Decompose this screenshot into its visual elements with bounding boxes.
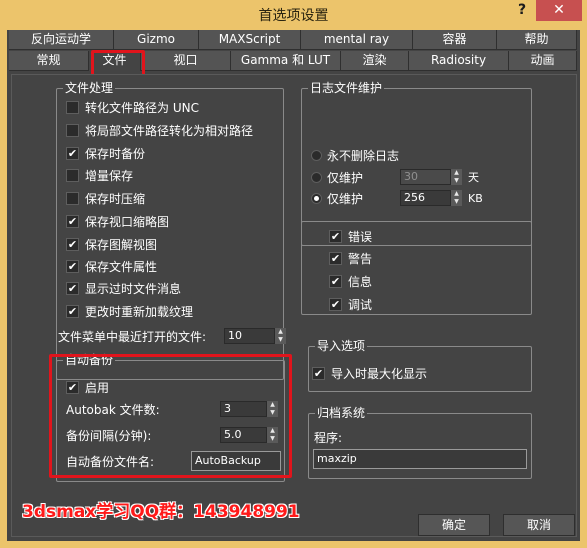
tab-radiosity[interactable]: Radiosity [409, 51, 509, 71]
option-file-properties[interactable]: ✔ 保存文件属性 [66, 256, 157, 276]
log-size-spinner[interactable]: 256 ▲ ▼ [400, 190, 462, 206]
option-label: 显示过时文件消息 [85, 281, 182, 296]
spinner-arrows[interactable]: ▲ ▼ [451, 169, 462, 185]
checkbox[interactable] [66, 191, 79, 205]
tab-animation[interactable]: 动画 [509, 51, 577, 71]
option-obsolete-message[interactable]: ✔ 显示过时文件消息 [66, 278, 181, 298]
watermark-text: 3dsmax学习QQ群：143948991 [22, 502, 300, 522]
tab-container[interactable]: 容器 [413, 30, 497, 50]
recent-files-value[interactable]: 10 [224, 328, 275, 344]
tab-row-top: 反向运动学 Gizmo MAXScript mental ray 容器 帮助 [7, 30, 580, 50]
log-days-unit: 天 [468, 171, 479, 184]
spinner-arrows[interactable]: ▲ ▼ [275, 328, 286, 344]
log-days-value[interactable]: 30 [400, 169, 451, 185]
level-label: 信息 [348, 274, 373, 289]
option-label: 保存文件属性 [85, 259, 158, 274]
log-keep-size[interactable]: 仅维护 [311, 188, 363, 208]
option-compress-on-save[interactable]: 保存时压缩 [66, 188, 145, 208]
tab-mental-ray[interactable]: mental ray [301, 30, 413, 50]
tab-rendering[interactable]: 渲染 [341, 51, 409, 71]
radio[interactable] [311, 171, 322, 183]
option-label: 保存时备份 [85, 146, 146, 161]
dialog-client: 反向运动学 Gizmo MAXScript mental ray 容器 帮助 常… [7, 30, 580, 541]
import-maximize[interactable]: ✔ 导入时最大化显示 [312, 363, 427, 383]
radio[interactable] [311, 149, 322, 161]
log-days-spinner[interactable]: 30 ▲ ▼ [400, 169, 462, 185]
spinner-arrows[interactable]: ▲ ▼ [451, 190, 462, 206]
log-level-info[interactable]: ✔ 信息 [329, 271, 372, 291]
log-maintenance-title: 日志文件维护 [308, 81, 385, 95]
log-keep-days[interactable]: 仅维护 [311, 167, 363, 187]
help-button[interactable]: ? [510, 1, 534, 21]
import-maximize-label: 导入时最大化显示 [331, 366, 428, 381]
log-never-delete[interactable]: 永不删除日志 [311, 145, 399, 165]
level-label: 警告 [348, 251, 373, 266]
tab-ik[interactable]: 反向运动学 [9, 30, 114, 50]
checkbox[interactable]: ✔ [66, 281, 79, 295]
recent-files-spinner[interactable]: 10 ▲ ▼ [224, 328, 286, 344]
checkbox[interactable]: ✔ [66, 304, 79, 318]
checkbox[interactable] [66, 100, 79, 114]
option-backup-on-save[interactable]: ✔ 保存时备份 [66, 143, 145, 163]
file-handling-title: 文件处理 [63, 81, 116, 95]
checkbox[interactable]: ✔ [66, 146, 79, 160]
option-label: 保存图解视图 [85, 237, 158, 252]
tab-viewports[interactable]: 视口 [141, 51, 231, 71]
cancel-button[interactable]: 取消 [503, 514, 575, 536]
tab-gamma-lut[interactable]: Gamma 和 LUT [231, 51, 341, 71]
checkbox[interactable]: ✔ [66, 237, 79, 251]
option-viewport-thumbnail[interactable]: ✔ 保存视口缩略图 [66, 211, 169, 231]
program-input[interactable]: maxzip [313, 449, 527, 469]
tab-maxscript[interactable]: MAXScript [199, 30, 301, 50]
level-label: 调试 [348, 297, 373, 312]
checkbox[interactable] [66, 123, 79, 137]
checkbox[interactable]: ✔ [312, 366, 325, 380]
level-label: 错误 [348, 229, 373, 244]
log-level-debug[interactable]: ✔ 调试 [329, 294, 372, 314]
files-tab-highlight [91, 50, 145, 77]
close-button[interactable]: ✕ [536, 0, 582, 21]
program-label: 程序: [314, 430, 343, 445]
recent-files-label: 文件菜单中最近打开的文件: [58, 329, 207, 344]
option-reload-textures[interactable]: ✔ 更改时重新加载纹理 [66, 301, 193, 321]
archive-system-title: 归档系统 [315, 406, 368, 420]
option-schematic-view[interactable]: ✔ 保存图解视图 [66, 234, 157, 254]
option-label: 转化文件路径为 UNC [85, 100, 199, 115]
log-size-unit: KB [468, 191, 483, 205]
window-title: 首选项设置 [258, 8, 329, 24]
radio-label: 永不删除日志 [327, 148, 400, 163]
option-label: 将局部文件路径转化为相对路径 [85, 123, 254, 138]
option-label: 增量保存 [85, 168, 134, 183]
autobackup-highlight [49, 354, 292, 478]
files-panel: 文件处理 转化文件路径为 UNC 将局部文件路径转化为相对路径 ✔ 保存时备份 … [11, 74, 577, 537]
checkbox[interactable]: ✔ [329, 297, 342, 311]
option-label: 更改时重新加载纹理 [85, 304, 194, 319]
option-increment-save[interactable]: 增量保存 [66, 165, 133, 185]
checkbox[interactable]: ✔ [329, 251, 342, 265]
tab-help[interactable]: 帮助 [497, 30, 577, 50]
tab-general[interactable]: 常规 [9, 51, 89, 71]
title-bar: 首选项设置 ? ✕ [0, 0, 587, 30]
checkbox[interactable]: ✔ [66, 214, 79, 228]
log-level-error[interactable]: ✔ 错误 [329, 226, 372, 246]
import-options-title: 导入选项 [315, 339, 368, 353]
checkbox[interactable]: ✔ [66, 259, 79, 273]
checkbox[interactable]: ✔ [329, 274, 342, 288]
ok-button[interactable]: 确定 [418, 514, 490, 536]
option-unc[interactable]: 转化文件路径为 UNC [66, 97, 199, 117]
option-relative-paths[interactable]: 将局部文件路径转化为相对路径 [66, 120, 253, 140]
radio-label: 仅维护 [327, 191, 364, 206]
radio[interactable] [311, 192, 322, 204]
log-level-warning[interactable]: ✔ 警告 [329, 248, 372, 268]
radio-label: 仅维护 [327, 170, 364, 185]
option-label: 保存时压缩 [85, 191, 146, 206]
tab-gizmo[interactable]: Gizmo [114, 30, 199, 50]
checkbox[interactable]: ✔ [329, 229, 342, 243]
checkbox[interactable] [66, 168, 79, 182]
log-size-value[interactable]: 256 [400, 190, 451, 206]
option-label: 保存视口缩略图 [85, 214, 170, 229]
